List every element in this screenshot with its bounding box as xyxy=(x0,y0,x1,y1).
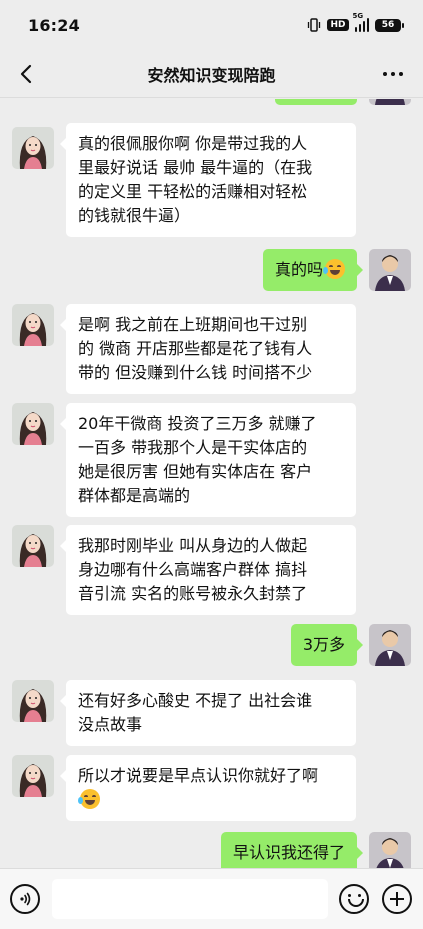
grinning-sweat-emoji-icon xyxy=(78,789,100,809)
message-line: 的 微商 开店那些都是花了钱有人 xyxy=(78,339,313,358)
status-bar: 16:24 HD 5G 56 xyxy=(0,0,423,50)
network-label: 5G xyxy=(352,12,364,20)
chat-area[interactable]: 真的很佩服你啊 你是带过我的人 里最好说话 最帅 最牛逼的（在我 的定义里 干轻… xyxy=(0,99,423,868)
message-bubble[interactable]: 是啊 我之前在上班期间也干过别 的 微商 开店那些都是花了钱有人 带的 但没赚到… xyxy=(60,304,356,394)
message-bubble[interactable]: 所以才说要是早点认识你就好了啊 xyxy=(60,755,356,821)
signal-icon: 5G xyxy=(353,12,369,32)
message-bubble[interactable]: 我那时刚毕业 叫从身边的人做起 身边哪有什么高端客户群体 搞抖 音引流 实名的账… xyxy=(60,525,356,615)
message-bubble[interactable]: 还有好多心酸史 不提了 出社会谁 没点故事 xyxy=(60,680,356,746)
message-bubble[interactable]: 真的吗 xyxy=(262,249,364,291)
message-text: 真的吗 xyxy=(274,260,323,279)
more-dots-icon[interactable] xyxy=(377,58,409,90)
smiley-icon[interactable] xyxy=(339,884,369,914)
nav-bar: 安然知识变现陪跑 xyxy=(0,50,423,98)
chat-title: 安然知识变现陪跑 xyxy=(147,65,276,85)
avatar-other[interactable] xyxy=(12,680,54,722)
message-line: 带的 但没赚到什么钱 时间搭不少 xyxy=(78,363,313,382)
chevron-left-icon[interactable] xyxy=(10,58,42,90)
avatar-other[interactable] xyxy=(12,127,54,169)
vibrate-icon xyxy=(307,18,321,32)
message-line: 音引流 实名的账号被永久封禁了 xyxy=(78,584,308,603)
avatar-other[interactable] xyxy=(12,403,54,445)
message-line: 里最好说话 最帅 最牛逼的（在我 xyxy=(78,158,313,177)
avatar-me[interactable] xyxy=(369,832,411,868)
message-line: 还有好多心酸史 不提了 出社会谁 xyxy=(78,691,313,710)
avatar-other[interactable] xyxy=(12,525,54,567)
message-line: 是啊 我之前在上班期间也干过别 xyxy=(78,315,308,334)
message-line: 一百多 带我那个人是干实体店的 xyxy=(78,438,308,457)
message-bubble-partial[interactable] xyxy=(275,99,357,105)
message-bubble[interactable]: 真的很佩服你啊 你是带过我的人 里最好说话 最帅 最牛逼的（在我 的定义里 干轻… xyxy=(60,123,356,237)
status-time: 16:24 xyxy=(28,15,80,35)
avatar-other[interactable] xyxy=(12,304,54,346)
message-line: 我那时刚毕业 叫从身边的人做起 xyxy=(78,536,308,555)
status-icons: HD 5G 56 xyxy=(307,12,404,32)
message-line: 身边哪有什么高端客户群体 搞抖 xyxy=(78,560,308,579)
message-text: 早认识我还得了 xyxy=(232,843,345,862)
message-line: 群体都是高端的 xyxy=(78,486,191,505)
message-input[interactable] xyxy=(52,879,328,919)
message-bubble[interactable]: 早认识我还得了 xyxy=(220,832,364,868)
avatar-other[interactable] xyxy=(12,755,54,797)
avatar-me[interactable] xyxy=(369,99,411,105)
avatar-me[interactable] xyxy=(369,624,411,666)
grinning-sweat-emoji-icon xyxy=(323,259,345,279)
message-line: 20年干微商 投资了三万多 就赚了 xyxy=(78,414,317,433)
message-line: 的钱就很牛逼） xyxy=(78,206,191,225)
message-text: 3万多 xyxy=(302,635,345,654)
message-line: 她是很厉害 但她有实体店在 客户 xyxy=(78,462,313,481)
message-line: 的定义里 干轻松的活赚相对轻松 xyxy=(78,182,308,201)
message-line: 真的很佩服你啊 你是带过我的人 xyxy=(78,134,308,153)
battery-icon: 56 xyxy=(375,18,404,32)
message-bubble[interactable]: 3万多 xyxy=(290,624,364,666)
avatar-me[interactable] xyxy=(369,249,411,291)
input-bar xyxy=(0,868,423,929)
message-line: 没点故事 xyxy=(78,715,143,734)
message-text: 所以才说要是早点认识你就好了啊 xyxy=(78,766,319,785)
message-bubble[interactable]: 20年干微商 投资了三万多 就赚了 一百多 带我那个人是干实体店的 她是很厉害 … xyxy=(60,403,356,517)
plus-icon[interactable] xyxy=(382,884,412,914)
voice-icon[interactable] xyxy=(10,884,40,914)
hd-badge: HD xyxy=(327,19,349,31)
